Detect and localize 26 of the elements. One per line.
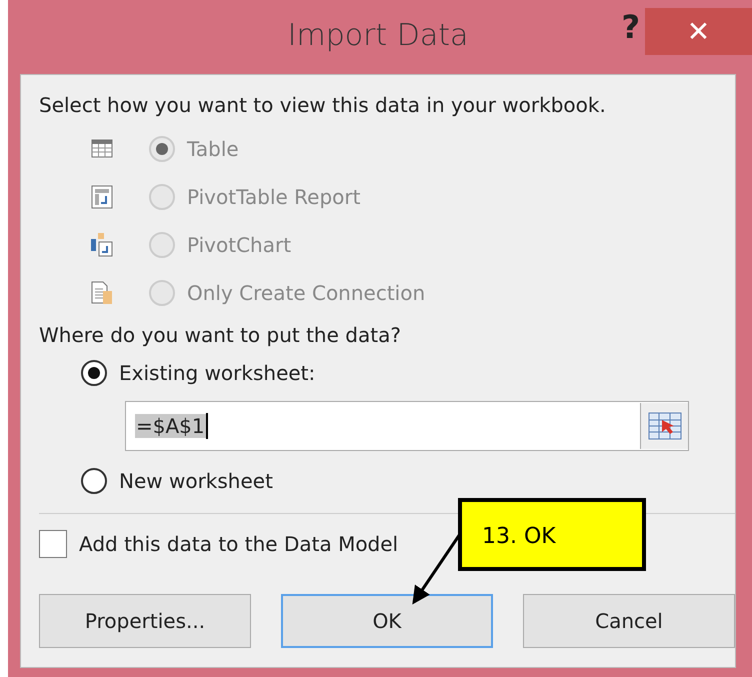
view-prompt: Select how you want to view this data in your workbook.	[39, 93, 607, 117]
dialog-button[interactable]: OK	[281, 594, 493, 648]
dialog-button[interactable]: Cancel	[523, 594, 735, 648]
window-title: Import Data	[288, 18, 468, 53]
callout-note: 13. OK	[458, 498, 646, 571]
range-field[interactable]: =$A$1	[125, 401, 689, 451]
pivot-table-icon	[91, 185, 113, 209]
radio-button[interactable]	[81, 468, 107, 494]
option-label: Only Create Connection	[187, 281, 426, 305]
document-icon	[91, 281, 113, 305]
dialog-button[interactable]: Properties...	[39, 594, 251, 648]
radio-button[interactable]	[81, 360, 107, 386]
location-prompt: Where do you want to put the data?	[39, 323, 402, 347]
option-label: PivotTable Report	[187, 185, 360, 209]
checkbox-label: Add this data to the Data Model	[79, 532, 398, 556]
close-button[interactable]: ✕	[645, 8, 752, 55]
pivot-chart-icon	[91, 233, 113, 257]
grid-select-icon	[648, 412, 682, 440]
option-label: Existing worksheet:	[119, 361, 316, 385]
help-button[interactable]: ?	[621, 8, 640, 46]
checkbox[interactable]	[39, 530, 67, 558]
option-label: PivotChart	[187, 233, 292, 257]
option-label: New worksheet	[119, 469, 273, 493]
range-picker-button[interactable]	[640, 403, 688, 449]
range-value: =$A$1	[135, 414, 206, 438]
option-label: Table	[187, 137, 239, 161]
